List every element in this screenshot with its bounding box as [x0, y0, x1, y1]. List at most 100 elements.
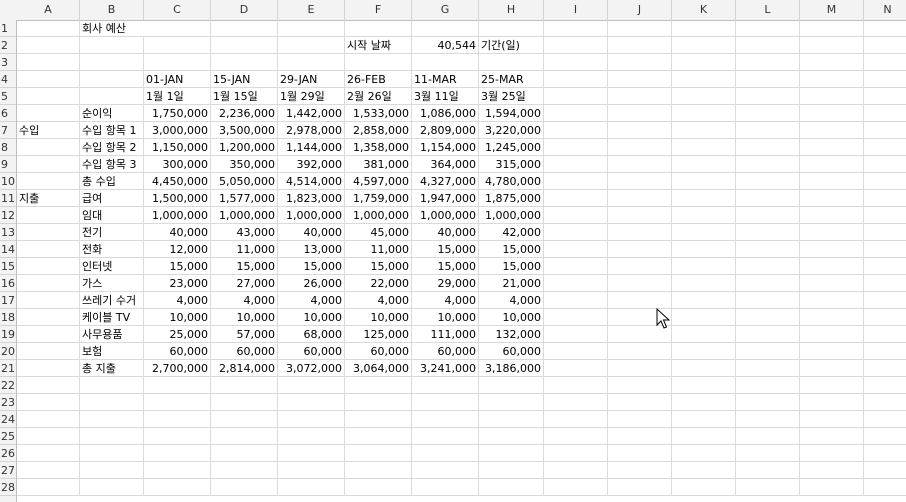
empty-cell[interactable]: [800, 173, 864, 190]
row-header-17[interactable]: 17: [0, 292, 16, 309]
empty-cell[interactable]: [80, 411, 144, 428]
empty-cell[interactable]: [479, 445, 544, 462]
value-cell[interactable]: 15,000: [412, 241, 479, 258]
empty-cell[interactable]: [544, 343, 608, 360]
empty-cell[interactable]: [544, 88, 608, 105]
value-cell[interactable]: 60,000: [278, 343, 345, 360]
value-cell[interactable]: 5,050,000: [211, 173, 278, 190]
empty-cell[interactable]: [800, 122, 864, 139]
empty-cell[interactable]: [608, 122, 672, 139]
empty-cell[interactable]: [672, 37, 736, 54]
empty-cell[interactable]: [608, 71, 672, 88]
empty-cell[interactable]: [544, 394, 608, 411]
empty-cell[interactable]: [479, 54, 544, 71]
empty-cell[interactable]: [278, 462, 345, 479]
empty-cell[interactable]: [608, 156, 672, 173]
empty-cell[interactable]: [864, 445, 906, 462]
empty-cell[interactable]: [17, 275, 80, 292]
empty-cell[interactable]: [736, 224, 800, 241]
empty-cell[interactable]: [864, 156, 906, 173]
empty-cell[interactable]: [544, 377, 608, 394]
empty-cell[interactable]: [479, 411, 544, 428]
column-header-j[interactable]: J: [608, 0, 672, 20]
value-cell[interactable]: 15,000: [278, 258, 345, 275]
value-cell[interactable]: 25,000: [144, 326, 211, 343]
date-header-code[interactable]: 25-MAR: [479, 71, 544, 88]
value-cell[interactable]: 4,000: [479, 292, 544, 309]
value-cell[interactable]: 15,000: [345, 258, 412, 275]
empty-cell[interactable]: [144, 37, 211, 54]
empty-cell[interactable]: [278, 445, 345, 462]
cell-grid[interactable]: 회사 예산 시작 날짜 40,544 기간(일) 01-JAN 15-JAN 29-JAN 2…: [17, 20, 906, 502]
empty-cell[interactable]: [17, 173, 80, 190]
row-label[interactable]: 사무용품: [80, 326, 144, 343]
empty-cell[interactable]: [544, 292, 608, 309]
empty-cell[interactable]: [608, 37, 672, 54]
empty-cell[interactable]: [211, 377, 278, 394]
empty-cell[interactable]: [544, 462, 608, 479]
column-header-f[interactable]: F: [345, 0, 412, 20]
empty-cell[interactable]: [800, 258, 864, 275]
value-cell[interactable]: 12,000: [144, 241, 211, 258]
empty-cell[interactable]: [672, 122, 736, 139]
empty-cell[interactable]: [278, 479, 345, 496]
empty-cell[interactable]: [211, 20, 278, 37]
value-cell[interactable]: 4,000: [211, 292, 278, 309]
empty-cell[interactable]: [80, 377, 144, 394]
value-cell[interactable]: 1,000,000: [144, 207, 211, 224]
empty-cell[interactable]: [736, 479, 800, 496]
value-cell[interactable]: 27,000: [211, 275, 278, 292]
empty-cell[interactable]: [211, 37, 278, 54]
value-cell[interactable]: 1,245,000: [479, 139, 544, 156]
expense-section-label[interactable]: 지출: [17, 190, 80, 207]
empty-cell[interactable]: [736, 326, 800, 343]
empty-cell[interactable]: [672, 360, 736, 377]
column-header-b[interactable]: B: [80, 0, 144, 20]
row-header-5[interactable]: 5: [0, 88, 16, 105]
empty-cell[interactable]: [544, 105, 608, 122]
empty-cell[interactable]: [800, 360, 864, 377]
empty-cell[interactable]: [17, 309, 80, 326]
empty-cell[interactable]: [278, 54, 345, 71]
value-cell[interactable]: 13,000: [278, 241, 345, 258]
empty-cell[interactable]: [608, 479, 672, 496]
empty-cell[interactable]: [736, 445, 800, 462]
column-header-n[interactable]: N: [864, 0, 906, 20]
empty-cell[interactable]: [345, 445, 412, 462]
empty-cell[interactable]: [608, 173, 672, 190]
empty-cell[interactable]: [544, 139, 608, 156]
empty-cell[interactable]: [144, 428, 211, 445]
value-cell[interactable]: 3,241,000: [412, 360, 479, 377]
empty-cell[interactable]: [800, 88, 864, 105]
value-cell[interactable]: 2,858,000: [345, 122, 412, 139]
value-cell[interactable]: 2,700,000: [144, 360, 211, 377]
value-cell[interactable]: 300,000: [144, 156, 211, 173]
row-header-24[interactable]: 24: [0, 411, 16, 428]
empty-cell[interactable]: [345, 377, 412, 394]
empty-cell[interactable]: [864, 88, 906, 105]
value-cell[interactable]: 2,809,000: [412, 122, 479, 139]
income-section-label[interactable]: 수입: [17, 122, 80, 139]
empty-cell[interactable]: [211, 462, 278, 479]
empty-cell[interactable]: [211, 428, 278, 445]
empty-cell[interactable]: [672, 377, 736, 394]
row-header-9[interactable]: 9: [0, 156, 16, 173]
empty-cell[interactable]: [864, 462, 906, 479]
empty-cell[interactable]: [544, 428, 608, 445]
empty-cell[interactable]: [17, 428, 80, 445]
row-header-21[interactable]: 21: [0, 360, 16, 377]
column-header-g[interactable]: G: [412, 0, 479, 20]
empty-cell[interactable]: [672, 445, 736, 462]
empty-cell[interactable]: [544, 207, 608, 224]
empty-cell[interactable]: [278, 377, 345, 394]
value-cell[interactable]: 1,086,000: [412, 105, 479, 122]
value-cell[interactable]: 1,000,000: [345, 207, 412, 224]
row-label[interactable]: 인터넷: [80, 258, 144, 275]
value-cell[interactable]: 1,000,000: [278, 207, 345, 224]
empty-cell[interactable]: [345, 462, 412, 479]
empty-cell[interactable]: [736, 292, 800, 309]
value-cell[interactable]: 40,000: [144, 224, 211, 241]
empty-cell[interactable]: [672, 394, 736, 411]
empty-cell[interactable]: [412, 54, 479, 71]
value-cell[interactable]: 10,000: [278, 309, 345, 326]
